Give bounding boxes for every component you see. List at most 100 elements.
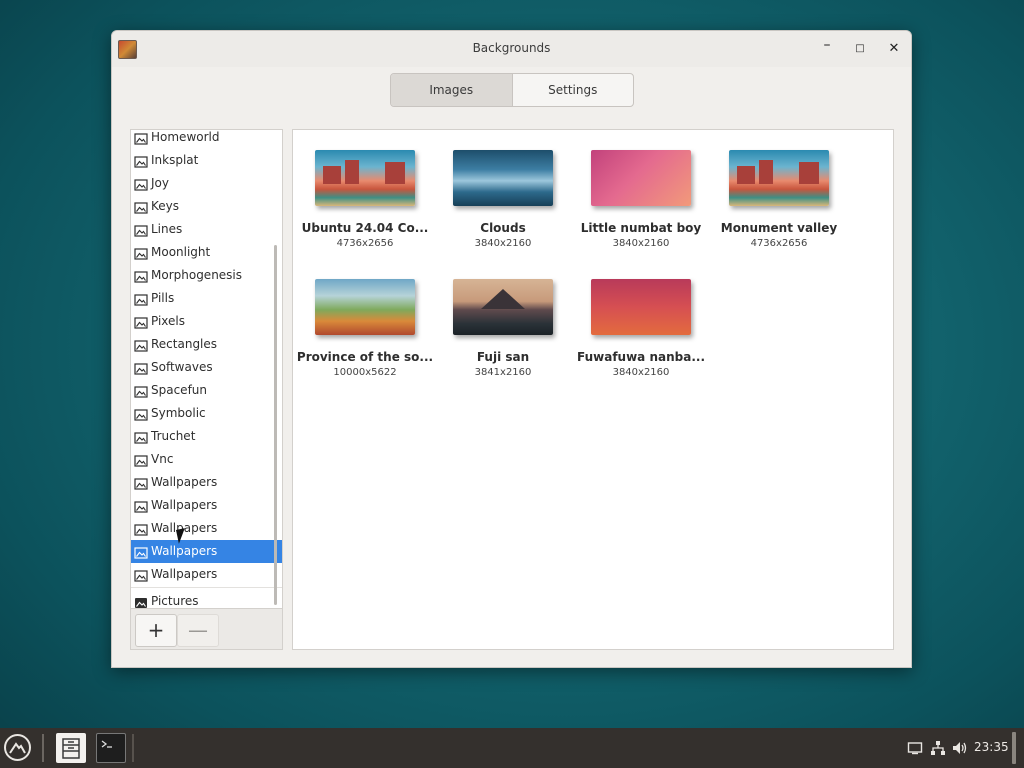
minimize-button[interactable]: – xyxy=(819,37,835,53)
volume-icon[interactable] xyxy=(952,740,968,756)
image-folder-icon xyxy=(134,223,148,237)
sidebar-item-keys[interactable]: Keys xyxy=(131,195,282,218)
close-button[interactable]: ✕ xyxy=(886,41,902,57)
sidebar-toolbar: + — xyxy=(131,608,282,649)
sidebar-item-morphogenesis[interactable]: Morphogenesis xyxy=(131,264,282,287)
taskbar-divider xyxy=(42,734,44,762)
sidebar-item-homeworld[interactable]: Homeworld xyxy=(131,130,282,149)
pictures-folder-icon xyxy=(134,595,148,609)
wallpaper-thumbnail xyxy=(453,150,553,206)
sidebar-item-label: Rectangles xyxy=(151,337,218,351)
wallpaper-thumbnail xyxy=(453,279,553,335)
sidebar-item-lines[interactable]: Lines xyxy=(131,218,282,241)
image-folder-icon xyxy=(134,315,148,329)
wallpaper-resolution: 3840x2160 xyxy=(612,238,670,249)
terminal-icon[interactable] xyxy=(96,733,126,763)
add-folder-button[interactable]: + xyxy=(135,614,177,647)
maximize-button[interactable]: □ xyxy=(852,41,868,57)
taskbar-divider xyxy=(132,734,134,762)
folder-sidebar: Homeworld Inksplat Joy Keys Lines Moonlight Mo… xyxy=(130,129,283,650)
wallpaper-resolution: 4736x2656 xyxy=(336,238,394,249)
show-desktop-handle[interactable] xyxy=(1012,732,1016,764)
image-folder-icon xyxy=(134,131,148,145)
clock[interactable]: 23:35 xyxy=(974,740,1009,754)
tab-images[interactable]: Images xyxy=(391,74,513,106)
wallpaper-card[interactable]: Clouds 3840x2160 xyxy=(434,150,572,249)
wallpaper-resolution: 4736x2656 xyxy=(750,238,808,249)
sidebar-item-label: Inksplat xyxy=(151,153,199,167)
image-folder-icon xyxy=(134,269,148,283)
image-folder-icon xyxy=(134,476,148,490)
wallpaper-resolution: 10000x5622 xyxy=(333,367,397,378)
sidebar-item-pixels[interactable]: Pixels xyxy=(131,310,282,333)
sidebar-item-label: Morphogenesis xyxy=(151,268,243,282)
wallpaper-name: Little numbat boy xyxy=(580,221,702,235)
window-title: Backgrounds xyxy=(472,41,551,55)
image-folder-icon xyxy=(134,200,148,214)
sidebar-item-truchet[interactable]: Truchet xyxy=(131,425,282,448)
budgie-menu-icon[interactable] xyxy=(4,734,31,761)
wallpaper-name: Ubuntu 24.04 Co... xyxy=(301,221,429,235)
wallpaper-thumbnail xyxy=(591,279,691,335)
sidebar-item-label: Symbolic xyxy=(151,406,206,420)
sidebar-item-label: Moonlight xyxy=(151,245,211,259)
sidebar-item-inksplat[interactable]: Inksplat xyxy=(131,149,282,172)
image-folder-icon xyxy=(134,384,148,398)
sidebar-item-wallpapers[interactable]: Wallpapers xyxy=(131,517,282,540)
image-folder-icon xyxy=(134,522,148,536)
sidebar-item-symbolic[interactable]: Symbolic xyxy=(131,402,282,425)
sidebar-item-label: Wallpapers xyxy=(151,498,218,512)
image-folder-icon xyxy=(134,361,148,375)
sidebar-item-wallpapers[interactable]: Wallpapers xyxy=(131,540,282,563)
display-icon[interactable] xyxy=(907,740,923,756)
sidebar-item-label: Wallpapers xyxy=(151,544,218,558)
wallpaper-card[interactable]: Fuwafuwa nanba... 3840x2160 xyxy=(572,279,710,378)
sidebar-item-wallpapers[interactable]: Wallpapers xyxy=(131,563,282,586)
sidebar-item-moonlight[interactable]: Moonlight xyxy=(131,241,282,264)
sidebar-item-rectangles[interactable]: Rectangles xyxy=(131,333,282,356)
image-grid: Ubuntu 24.04 Co... 4736x2656 Clouds 3840x21… xyxy=(292,129,894,650)
image-folder-icon xyxy=(134,499,148,513)
title-bar[interactable]: Backgrounds – □ ✕ xyxy=(112,31,911,67)
wallpaper-name: Province of the so... xyxy=(296,350,434,364)
sidebar-item-wallpapers[interactable]: Wallpapers xyxy=(131,494,282,517)
wallpaper-card[interactable]: Fuji san 3841x2160 xyxy=(434,279,572,378)
sidebar-item-spacefun[interactable]: Spacefun xyxy=(131,379,282,402)
remove-folder-button[interactable]: — xyxy=(177,614,219,647)
sidebar-item-label: Truchet xyxy=(151,429,196,443)
backgrounds-window: Backgrounds – □ ✕ Images Settings Homewo… xyxy=(111,30,912,668)
sidebar-item-joy[interactable]: Joy xyxy=(131,172,282,195)
wallpaper-thumbnail xyxy=(591,150,691,206)
sidebar-item-label: Pills xyxy=(151,291,175,305)
image-folder-icon xyxy=(134,292,148,306)
wallpaper-thumbnail xyxy=(729,150,829,206)
wallpaper-thumbnail xyxy=(315,150,415,206)
image-folder-icon xyxy=(134,177,148,191)
sidebar-item-pills[interactable]: Pills xyxy=(131,287,282,310)
sidebar-item-wallpapers[interactable]: Wallpapers xyxy=(131,471,282,494)
sidebar-item-label: Wallpapers xyxy=(151,567,218,581)
file-manager-icon[interactable] xyxy=(56,733,86,763)
sidebar-item-label: Joy xyxy=(151,176,169,190)
taskbar: 23:35 xyxy=(0,728,1024,768)
wallpaper-card[interactable]: Monument valley 4736x2656 xyxy=(710,150,848,249)
sidebar-item-label: Lines xyxy=(151,222,183,236)
sidebar-item-softwaves[interactable]: Softwaves xyxy=(131,356,282,379)
sidebar-scrollbar[interactable] xyxy=(274,245,277,605)
sidebar-item-label: Softwaves xyxy=(151,360,213,374)
wallpaper-card[interactable]: Ubuntu 24.04 Co... 4736x2656 xyxy=(296,150,434,249)
wallpaper-card[interactable]: Province of the so... 10000x5622 xyxy=(296,279,434,378)
sidebar-item-vnc[interactable]: Vnc xyxy=(131,448,282,471)
image-folder-icon xyxy=(134,338,148,352)
tab-settings[interactable]: Settings xyxy=(513,74,634,106)
wallpaper-name: Fuwafuwa nanba... xyxy=(577,350,705,364)
image-folder-icon xyxy=(134,430,148,444)
folder-list: Homeworld Inksplat Joy Keys Lines Moonlight Mo… xyxy=(131,130,282,613)
wallpaper-name: Clouds xyxy=(480,221,526,235)
network-icon[interactable] xyxy=(930,740,946,756)
image-folder-icon xyxy=(134,568,148,582)
wallpaper-card[interactable]: Little numbat boy 3840x2160 xyxy=(572,150,710,249)
image-folder-icon xyxy=(134,407,148,421)
sidebar-item-label: Homeworld xyxy=(151,130,220,144)
wallpaper-name: Fuji san xyxy=(476,350,530,364)
